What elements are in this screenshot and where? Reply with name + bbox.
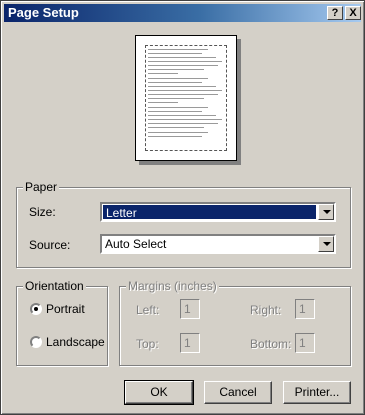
size-label: Size: xyxy=(29,205,56,219)
preview-text-line xyxy=(148,90,222,91)
left-margin-label: Left: xyxy=(136,303,160,317)
preview-text-line xyxy=(148,111,202,112)
source-select-value: Auto Select xyxy=(105,237,167,251)
preview-text-line xyxy=(148,78,208,79)
paper-legend: Paper xyxy=(23,180,60,194)
radio-selected-dot xyxy=(34,307,38,311)
page-setup-dialog: Page Setup ? X Paper Size: Letter Source… xyxy=(0,0,365,415)
preview-text-line xyxy=(148,119,222,120)
preview-text-line xyxy=(148,53,202,54)
source-dropdown-button[interactable] xyxy=(318,236,334,252)
preview-text-line xyxy=(148,86,216,87)
preview-text-line xyxy=(148,82,202,83)
orientation-group xyxy=(16,286,108,366)
top-margin-label: Top: xyxy=(136,337,159,351)
ok-button[interactable]: OK xyxy=(124,380,194,405)
portrait-radio[interactable] xyxy=(30,303,42,315)
orientation-legend: Orientation xyxy=(23,279,86,293)
size-select-value: Letter xyxy=(103,205,316,220)
landscape-radio[interactable] xyxy=(30,336,42,348)
chevron-down-icon xyxy=(323,210,331,214)
bottom-margin-label: Bottom: xyxy=(250,337,292,351)
paper-group xyxy=(16,187,351,268)
help-button[interactable]: ? xyxy=(327,6,343,20)
landscape-label[interactable]: Landscape xyxy=(46,335,105,349)
right-margin-label: Right: xyxy=(250,303,282,317)
preview-text-line xyxy=(148,132,208,133)
left-margin-field[interactable]: 1 xyxy=(180,299,200,319)
preview-text-line xyxy=(148,107,208,108)
page-preview xyxy=(135,35,237,161)
bottom-margin-field[interactable]: 1 xyxy=(295,333,315,353)
preview-text-line xyxy=(148,57,216,58)
source-select[interactable]: Auto Select xyxy=(100,234,336,254)
source-label: Source: xyxy=(29,238,71,252)
close-button[interactable]: X xyxy=(345,6,361,20)
preview-text-line xyxy=(148,123,218,124)
margins-group xyxy=(119,286,351,366)
portrait-label[interactable]: Portrait xyxy=(46,302,85,316)
chevron-down-icon xyxy=(323,242,331,246)
size-dropdown-button[interactable] xyxy=(318,204,334,220)
preview-text-line xyxy=(148,94,218,95)
dialog-title: Page Setup xyxy=(8,5,79,20)
right-margin-field[interactable]: 1 xyxy=(295,299,315,319)
printer-button[interactable]: Printer... xyxy=(283,381,351,404)
title-bar[interactable]: Page Setup ? X xyxy=(4,4,361,22)
preview-text-line xyxy=(148,61,222,62)
preview-text-line xyxy=(148,65,218,66)
margins-legend: Margins (inches) xyxy=(126,279,219,293)
preview-text-line xyxy=(148,49,208,50)
preview-text-line xyxy=(148,136,202,137)
cancel-button[interactable]: Cancel xyxy=(204,381,272,404)
size-select[interactable]: Letter xyxy=(100,202,336,222)
preview-text-line xyxy=(148,73,178,74)
top-margin-field[interactable]: 1 xyxy=(180,333,200,353)
preview-text-line xyxy=(148,115,216,116)
preview-text-line xyxy=(148,102,178,103)
preview-text-line xyxy=(148,69,204,70)
preview-text-line xyxy=(148,127,204,128)
preview-text-line xyxy=(148,98,204,99)
